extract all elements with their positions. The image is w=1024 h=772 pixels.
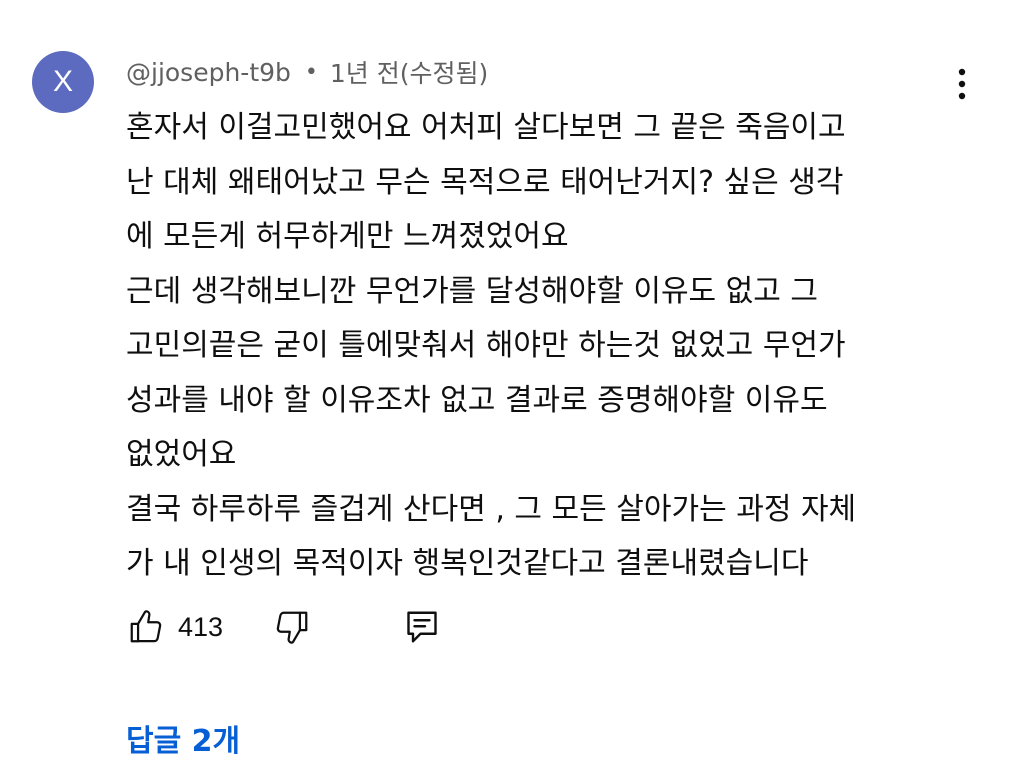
comment-text-line: 성과를 내야 할 이유조차 없고 결과로 증명해야할 이유도	[126, 382, 828, 418]
comment-text-line: 에 모든게 허무하게만 느껴졌었어요	[126, 219, 569, 254]
comment-text: 혼자서 이걸고민했어요 어처피 살다보면 그 끝은 죽음이고난 대체 왜태어났고…	[126, 101, 966, 592]
more-options-button[interactable]	[940, 62, 984, 106]
view-replies-button[interactable]: 답글 2개	[126, 716, 240, 760]
comment-text-line: 없었어요	[126, 437, 237, 472]
comment-header: @jjoseph-t9b • 1년 전(수정됨)	[126, 54, 488, 90]
meta-separator: •	[304, 59, 318, 85]
reply-button[interactable]	[400, 604, 444, 650]
comment-text-line: 가 내 인생의 목적이자 행복인것같다고 결론내렸습니다	[126, 546, 809, 581]
thumbs-down-icon	[276, 611, 308, 644]
comment-text-line: 결국 하루하루 즐겁게 산다면 , 그 모든 살아가는 과정 자체	[126, 491, 857, 527]
author-handle[interactable]: @jjoseph-t9b	[126, 58, 291, 87]
avatar[interactable]: X	[32, 51, 94, 113]
comment-text-line: 난 대체 왜태어났고 무슨 목적으로 태어난거지? 싶은 생각	[126, 164, 844, 200]
comment-text-line: 혼자서 이걸고민했어요 어처피 살다보면 그 끝은 죽음이고	[126, 110, 846, 145]
reply-comment-icon	[407, 611, 437, 643]
like-button[interactable]	[124, 604, 168, 650]
comment-text-line: 근데 생각해보니깐 무언가를 달성해야할 이유도 없고 그	[126, 273, 819, 309]
like-count: 413	[178, 611, 224, 642]
avatar-letter: X	[52, 65, 73, 98]
comment-text-line: 고민의끝은 굳이 틀에맞춰서 해야만 하는것 없었고 무언가	[126, 328, 846, 363]
thumbs-up-icon	[130, 610, 162, 643]
more-vertical-icon	[958, 68, 966, 100]
dislike-button[interactable]	[270, 604, 314, 650]
comment-timestamp[interactable]: 1년 전(수정됨)	[330, 54, 488, 90]
